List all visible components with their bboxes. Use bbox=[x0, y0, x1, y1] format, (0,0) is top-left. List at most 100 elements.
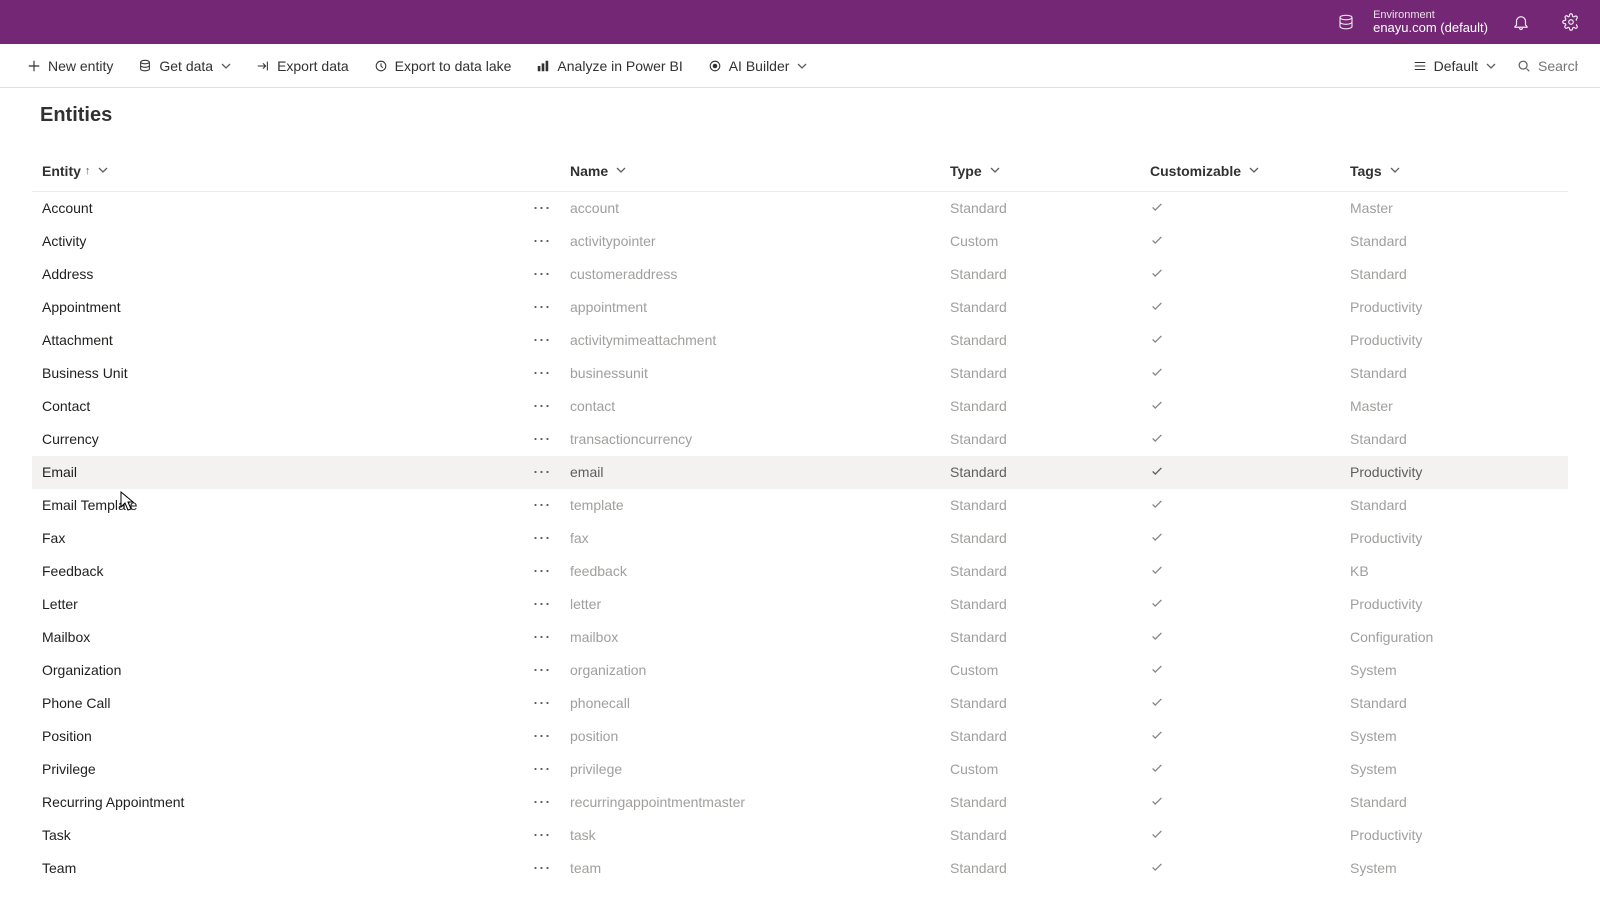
cell-entity[interactable]: Position bbox=[32, 720, 522, 753]
cell-entity[interactable]: Phone Call bbox=[32, 687, 522, 720]
check-icon bbox=[1150, 563, 1166, 579]
cell-entity[interactable]: Currency bbox=[32, 423, 522, 456]
table-row[interactable]: Contact⋯contactStandardMaster bbox=[32, 390, 1568, 423]
table-row[interactable]: Task⋯taskStandardProductivity bbox=[32, 819, 1568, 852]
table-row[interactable]: Organization⋯organizationCustomSystem bbox=[32, 654, 1568, 687]
more-actions-icon[interactable]: ⋯ bbox=[533, 561, 552, 581]
column-header-entity[interactable]: Entity ↑ bbox=[42, 163, 108, 179]
more-actions-icon[interactable]: ⋯ bbox=[533, 198, 552, 218]
column-header-tags[interactable]: Tags bbox=[1350, 163, 1400, 179]
table-row[interactable]: Feedback⋯feedbackStandardKB bbox=[32, 555, 1568, 588]
entity-table-container: Entity ↑ Name bbox=[0, 135, 1600, 885]
table-row[interactable]: Business Unit⋯businessunitStandardStanda… bbox=[32, 357, 1568, 390]
more-actions-icon[interactable]: ⋯ bbox=[533, 231, 552, 251]
table-row[interactable]: Recurring Appointment⋯recurringappointme… bbox=[32, 786, 1568, 819]
cell-entity[interactable]: Recurring Appointment bbox=[32, 786, 522, 819]
cmd-label: Export data bbox=[277, 58, 349, 74]
more-actions-icon[interactable]: ⋯ bbox=[533, 792, 552, 812]
more-actions-icon[interactable]: ⋯ bbox=[533, 759, 552, 779]
cell-entity[interactable]: Activity bbox=[32, 225, 522, 258]
cell-customizable bbox=[1142, 786, 1342, 819]
more-actions-icon[interactable]: ⋯ bbox=[533, 330, 552, 350]
analyze-power-bi-button[interactable]: Analyze in Power BI bbox=[525, 52, 692, 80]
cell-customizable bbox=[1142, 390, 1342, 423]
cell-entity[interactable]: Appointment bbox=[32, 291, 522, 324]
search-input[interactable] bbox=[1538, 58, 1578, 74]
environment-value: enayu.com (default) bbox=[1373, 21, 1488, 35]
notifications-button[interactable] bbox=[1504, 5, 1538, 39]
page-title: Entities bbox=[40, 104, 1560, 127]
cell-entity[interactable]: Email Template bbox=[32, 489, 522, 522]
cell-entity[interactable]: Letter bbox=[32, 588, 522, 621]
ai-builder-button[interactable]: AI Builder bbox=[697, 52, 818, 80]
table-row[interactable]: Appointment⋯appointmentStandardProductiv… bbox=[32, 291, 1568, 324]
table-row[interactable]: Address⋯customeraddressStandardStandard bbox=[32, 258, 1568, 291]
more-actions-icon[interactable]: ⋯ bbox=[533, 462, 552, 482]
table-row[interactable]: Mailbox⋯mailboxStandardConfiguration bbox=[32, 621, 1568, 654]
cell-entity[interactable]: Contact bbox=[32, 390, 522, 423]
more-actions-icon[interactable]: ⋯ bbox=[533, 297, 552, 317]
cell-entity[interactable]: Organization bbox=[32, 654, 522, 687]
export-data-button[interactable]: Export data bbox=[245, 52, 359, 80]
table-row[interactable]: Email⋯emailStandardProductivity bbox=[32, 456, 1568, 489]
column-header-type[interactable]: Type bbox=[950, 163, 1000, 179]
table-row[interactable]: Phone Call⋯phonecallStandardStandard bbox=[32, 687, 1568, 720]
search-box[interactable] bbox=[1510, 54, 1584, 78]
cell-entity[interactable]: Feedback bbox=[32, 555, 522, 588]
environment-icon bbox=[1329, 5, 1363, 39]
environment-picker[interactable]: Environment enayu.com (default) bbox=[1329, 5, 1488, 39]
cell-customizable bbox=[1142, 192, 1342, 225]
table-row[interactable]: Privilege⋯privilegeCustomSystem bbox=[32, 753, 1568, 786]
cell-entity[interactable]: Email bbox=[32, 456, 522, 489]
column-header-name[interactable]: Name bbox=[570, 163, 626, 179]
more-actions-icon[interactable]: ⋯ bbox=[533, 396, 552, 416]
view-selector[interactable]: Default bbox=[1402, 52, 1506, 80]
more-actions-icon[interactable]: ⋯ bbox=[533, 726, 552, 746]
row-more-cell: ⋯ bbox=[522, 588, 562, 621]
cell-entity[interactable]: Fax bbox=[32, 522, 522, 555]
cell-tags: System bbox=[1342, 720, 1568, 753]
more-actions-icon[interactable]: ⋯ bbox=[533, 627, 552, 647]
table-row[interactable]: Team⋯teamStandardSystem bbox=[32, 852, 1568, 885]
cell-entity[interactable]: Business Unit bbox=[32, 357, 522, 390]
cell-entity[interactable]: Privilege bbox=[32, 753, 522, 786]
more-actions-icon[interactable]: ⋯ bbox=[533, 363, 552, 383]
more-actions-icon[interactable]: ⋯ bbox=[533, 594, 552, 614]
check-icon bbox=[1150, 629, 1166, 645]
cell-entity[interactable]: Account bbox=[32, 192, 522, 225]
more-actions-icon[interactable]: ⋯ bbox=[533, 825, 552, 845]
cell-entity[interactable]: Attachment bbox=[32, 324, 522, 357]
cell-tags: Master bbox=[1342, 192, 1568, 225]
cmd-label: New entity bbox=[48, 58, 113, 74]
table-row[interactable]: Attachment⋯activitymimeattachmentStandar… bbox=[32, 324, 1568, 357]
table-row[interactable]: Email Template⋯templateStandardStandard bbox=[32, 489, 1568, 522]
row-more-cell: ⋯ bbox=[522, 621, 562, 654]
more-actions-icon[interactable]: ⋯ bbox=[533, 693, 552, 713]
export-to-data-lake-button[interactable]: Export to data lake bbox=[363, 52, 522, 80]
row-more-cell: ⋯ bbox=[522, 489, 562, 522]
cell-entity[interactable]: Address bbox=[32, 258, 522, 291]
table-row[interactable]: Activity⋯activitypointerCustomStandard bbox=[32, 225, 1568, 258]
more-actions-icon[interactable]: ⋯ bbox=[533, 528, 552, 548]
cell-entity[interactable]: Task bbox=[32, 819, 522, 852]
table-row[interactable]: Account⋯accountStandardMaster bbox=[32, 192, 1568, 225]
table-row[interactable]: Letter⋯letterStandardProductivity bbox=[32, 588, 1568, 621]
column-header-customizable[interactable]: Customizable bbox=[1150, 163, 1259, 179]
more-actions-icon[interactable]: ⋯ bbox=[533, 495, 552, 515]
settings-button[interactable] bbox=[1554, 5, 1588, 39]
row-more-cell: ⋯ bbox=[522, 852, 562, 885]
table-row[interactable]: Currency⋯transactioncurrencyStandardStan… bbox=[32, 423, 1568, 456]
more-actions-icon[interactable]: ⋯ bbox=[533, 429, 552, 449]
cell-entity[interactable]: Team bbox=[32, 852, 522, 885]
table-row[interactable]: Fax⋯faxStandardProductivity bbox=[32, 522, 1568, 555]
more-actions-icon[interactable]: ⋯ bbox=[533, 264, 552, 284]
cell-name: appointment bbox=[562, 291, 942, 324]
table-row[interactable]: Position⋯positionStandardSystem bbox=[32, 720, 1568, 753]
check-icon bbox=[1150, 596, 1166, 612]
cell-entity[interactable]: Mailbox bbox=[32, 621, 522, 654]
more-actions-icon[interactable]: ⋯ bbox=[533, 858, 552, 878]
cell-type: Standard bbox=[942, 258, 1142, 291]
new-entity-button[interactable]: New entity bbox=[16, 52, 123, 80]
more-actions-icon[interactable]: ⋯ bbox=[533, 660, 552, 680]
get-data-button[interactable]: Get data bbox=[127, 52, 241, 80]
